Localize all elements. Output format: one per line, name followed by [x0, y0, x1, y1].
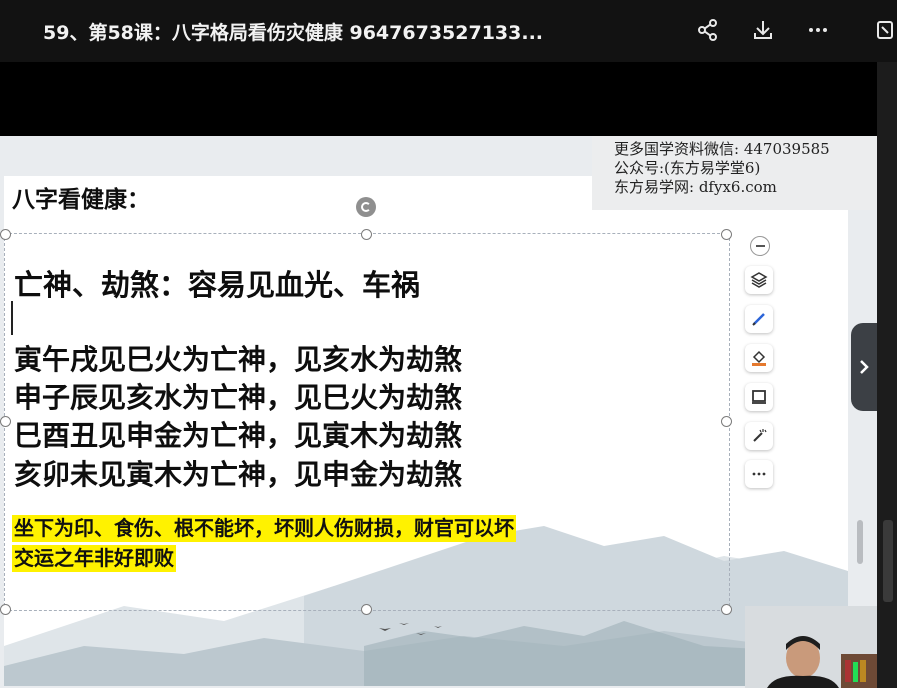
resize-handle[interactable]: [721, 229, 732, 240]
slide-scrollbar-thumb[interactable]: [857, 520, 863, 564]
title-bar: 59、第58课：八字格局看伤灾健康 9647673527133...: [0, 0, 897, 62]
resize-handle[interactable]: [361, 604, 372, 615]
next-slide-button[interactable]: [851, 323, 877, 411]
watermark-line-3: 东方易学网: dfyx6.com: [614, 178, 777, 196]
pen-button[interactable]: [745, 305, 773, 333]
share-icon: [698, 19, 717, 41]
download-icon: [754, 21, 772, 39]
resize-handle[interactable]: [721, 604, 732, 615]
paint-bucket-icon: [752, 350, 766, 366]
resize-handle[interactable]: [721, 416, 732, 427]
more-icon: [809, 28, 827, 32]
download-button[interactable]: [747, 14, 779, 46]
resize-handle[interactable]: [0, 416, 11, 427]
resize-handle[interactable]: [0, 229, 11, 240]
watermark-overlay: 更多国学资料微信: 447039585 公众号:(东方易学堂6) 东方易学网: …: [592, 136, 877, 210]
pen-icon: [752, 313, 765, 326]
layers-button[interactable]: [745, 266, 773, 294]
collapse-toolbar-button[interactable]: [750, 236, 770, 256]
watermark-line-2: 公众号:(东方易学堂6): [614, 159, 761, 177]
share-button[interactable]: [692, 14, 724, 46]
fill-color-button[interactable]: [745, 344, 773, 372]
more-button[interactable]: [802, 14, 834, 46]
chevron-right-icon: [860, 360, 869, 374]
layers-icon: [750, 272, 768, 288]
slide-heading: 八字看健康：: [12, 187, 150, 213]
video-letterbox: [0, 62, 877, 136]
watermark-line-1: 更多国学资料微信: 447039585: [614, 140, 830, 158]
exit-icon: [876, 21, 893, 39]
more-horizontal-icon: [752, 472, 766, 476]
resize-handle[interactable]: [361, 229, 372, 240]
window-title: 59、第58课：八字格局看伤灾健康 9647673527133...: [43, 22, 544, 44]
rotate-handle[interactable]: [356, 197, 376, 217]
more-tools-button[interactable]: [745, 460, 773, 488]
resize-handle[interactable]: [0, 604, 11, 615]
magic-wand-icon: [753, 429, 767, 442]
magic-tools-button[interactable]: [745, 422, 773, 450]
outer-scrollbar-thumb[interactable]: [883, 520, 893, 602]
webcam-video[interactable]: [745, 606, 877, 688]
presentation-icon: [752, 390, 766, 404]
text-box-selection[interactable]: [4, 233, 730, 611]
presenter-video-image: [745, 606, 877, 688]
exit-button[interactable]: [872, 14, 897, 46]
presentation-button[interactable]: [745, 383, 773, 411]
